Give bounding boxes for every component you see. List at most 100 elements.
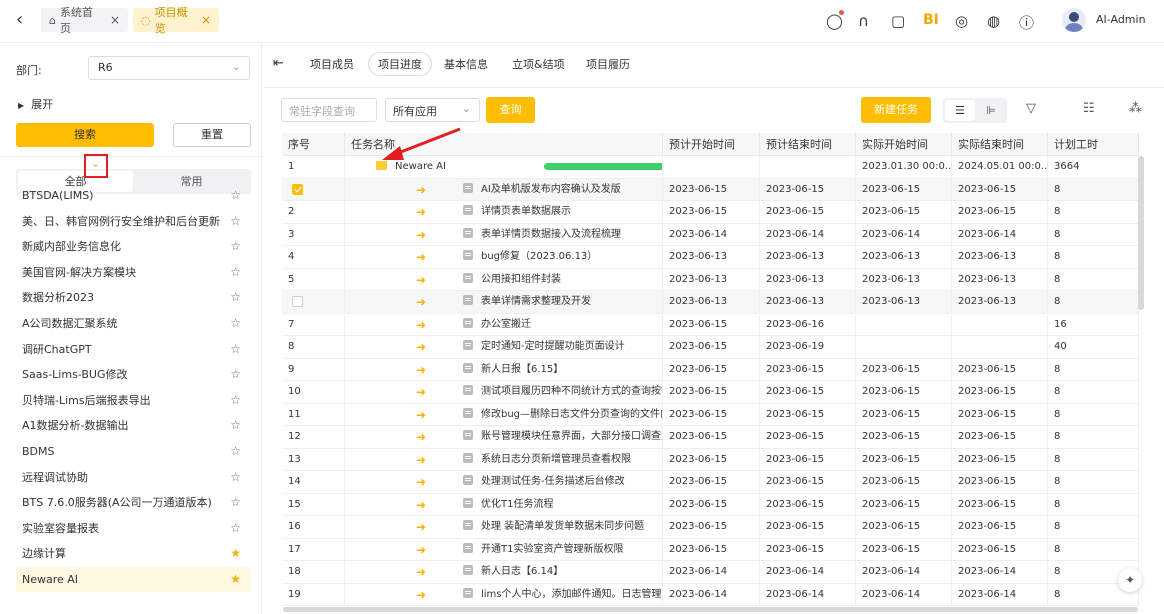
task-name[interactable]: 详情页表单数据展示 [481,206,571,217]
app-select[interactable]: 所有应用 ⌄ [385,98,480,122]
task-name[interactable]: 优化T1任务流程 [481,499,553,510]
star-icon[interactable]: ☆ [230,388,241,413]
table-row[interactable]: ➜ AI及单机版发布内容确认及发版 2023-06-15 2023-06-15 2023… [282,178,1139,201]
task-name[interactable]: 表单详情页数据接入及流程梳理 [481,229,621,240]
expand-toggle[interactable]: ▶ 展开 [18,96,53,112]
star-icon[interactable]: ☆ [230,337,241,362]
table-row[interactable]: 2 ➜ 详情页表单数据展示 2023-06-15 2023-06-15 2023-06-1… [282,201,1139,224]
tab-members[interactable]: 项目成员 [310,56,354,72]
reset-button[interactable]: 重置 [173,123,251,147]
help-icon[interactable]: ⓘ [1019,12,1034,33]
user-name[interactable]: AI-Admin [1096,13,1146,26]
sidebar-project-item[interactable]: 美国官网-解决方案模块 ☆ [16,260,251,285]
star-icon[interactable]: ☆ [230,439,241,464]
table-row[interactable]: 4 ➜ bug修复（2023.06.13） 2023-06-13 2023-06-13 2… [282,246,1139,269]
search-button[interactable]: 搜索 [16,123,154,147]
more-settings-icon[interactable]: ⁂ [1129,101,1142,116]
back-arrow-icon[interactable]: ‹ [16,9,23,30]
field-query-input[interactable]: 常驻字段查询 [281,98,377,122]
task-name[interactable]: 公用接扣组件封装 [481,274,561,285]
horizontal-scrollbar[interactable] [283,607,1138,612]
sidebar-project-item[interactable]: A公司数据汇聚系统 ☆ [16,311,251,336]
close-icon[interactable]: × [201,13,211,27]
table-row[interactable]: 7 ➜ 办公室搬迁 2023-06-15 2023-06-16 16 [282,313,1139,336]
headset-icon[interactable]: ∩ [858,12,869,30]
star-icon[interactable]: ★ [230,567,241,592]
task-name[interactable]: 定时通知-定时提醒功能页面设计 [481,341,625,352]
globe-icon[interactable]: ◎ [955,12,968,30]
tab-basic-info[interactable]: 基本信息 [444,56,488,72]
sidebar-project-item[interactable]: 美、日、韩官网例行安全维护和后台更新 ☆ [16,209,251,234]
star-icon[interactable]: ☆ [230,234,241,259]
task-name[interactable]: 新人日报【6.15】 [481,364,563,375]
project-row[interactable]: 1Neware AI99% 2023.01.30 00:0...2024.05.0… [282,156,1139,179]
row-checkbox[interactable] [292,183,303,195]
task-name[interactable]: lims个人中心，添加邮件通知。日志管理优化在线查看 [481,589,662,600]
star-icon[interactable]: ★ [230,541,241,566]
task-name[interactable]: 处理 装配清单发货单数据未同步问题 [481,521,644,532]
tab-progress[interactable]: 项目进度 [368,52,432,76]
star-icon[interactable]: ☆ [230,362,241,387]
sidebar-project-item[interactable]: 调研ChatGPT ☆ [16,337,251,362]
table-row[interactable]: 16 ➜ 处理 装配清单发货单数据未同步问题 2023-06-15 2023-06-15… [282,516,1139,539]
row-checkbox[interactable] [292,296,303,307]
bi-link[interactable]: BI [923,12,939,28]
palette-icon[interactable]: ◍ [987,12,1000,30]
table-row[interactable]: 17 ➜ 开通T1实验室资产管理新版权限 2023-06-15 2023-06-15 20… [282,538,1139,561]
table-row[interactable]: 10➜测试项目履历四种不同统计方式的查询按钮，回归已...2023-06-152… [282,381,1139,404]
task-name[interactable]: 新人日志【6.14】 [481,566,563,577]
star-icon[interactable]: ☆ [230,311,241,336]
table-row[interactable]: 18 ➜ 新人日志【6.14】 2023-06-14 2023-06-14 2023-06… [282,561,1139,584]
sidebar-project-item[interactable]: BTSDA(LIMS) ☆ [16,183,251,208]
sidebar-project-item[interactable]: 数据分析2023 ☆ [16,285,251,310]
task-name[interactable]: 开通T1实验室资产管理新版权限 [481,544,623,555]
star-icon[interactable]: ☆ [230,490,241,515]
sidebar-project-item[interactable]: 贝特瑞-Lims后端报表导出 ☆ [16,388,251,413]
table-row[interactable]: ➜ 表单详情需求整理及开发 2023-06-13 2023-06-13 2023-06-… [282,291,1139,314]
chevron-down-icon[interactable]: ⌄ [91,157,100,170]
close-icon[interactable]: × [110,13,120,27]
bag-icon[interactable]: ▢ [891,12,905,30]
table-row[interactable]: 5 ➜ 公用接扣组件封装 2023-06-13 2023-06-13 2023-06-13… [282,268,1139,291]
gantt-view-icon[interactable]: ⊫ [977,100,1005,121]
avatar[interactable] [1062,8,1086,32]
task-name[interactable]: bug修复（2023.06.13） [481,251,597,262]
table-row[interactable]: 3 ➜ 表单详情页数据接入及流程梳理 2023-06-14 2023-06-14 2023… [282,223,1139,246]
sidebar-project-item[interactable]: Neware AI ★ [16,567,251,592]
sidebar-project-item[interactable]: 边缘计算 ★ [16,541,251,566]
table-row[interactable]: 15 ➜ 优化T1任务流程 2023-06-15 2023-06-15 2023-06-1… [282,493,1139,516]
task-name[interactable]: AI及单机版发布内容确认及发版 [481,184,621,195]
star-icon[interactable]: ☆ [230,413,241,438]
task-name[interactable]: 账号管理模块任意界面，大部分接口调查复，且第一... [481,431,662,442]
star-icon[interactable]: ☆ [230,465,241,490]
filter-icon[interactable]: ▽ [1026,101,1036,116]
tab-home[interactable]: ⌂ 系统首页 × [41,6,128,35]
tab-history[interactable]: 项目履历 [586,56,630,72]
star-icon[interactable]: ☆ [230,260,241,285]
collapse-sidebar-icon[interactable]: ⇤ [273,56,284,71]
table-row[interactable]: 13 ➜ 系统日志分页新增管理员查看权限 2023-06-15 2023-06-15 20… [282,448,1139,471]
column-settings-icon[interactable]: ☷ [1083,101,1095,116]
sidebar-project-item[interactable]: 实验室容量报表 ☆ [16,516,251,541]
dept-select[interactable]: R6 ⌄ [88,56,250,80]
sidebar-project-item[interactable]: Saas-Lims-BUG修改 ☆ [16,362,251,387]
vertical-scrollbar[interactable] [1138,156,1144,310]
sidebar-project-item[interactable]: A1数据分析-数据输出 ☆ [16,413,251,438]
list-view-icon[interactable]: ☰ [945,100,975,121]
tab-project-overview[interactable]: ◌ 项目概览 × [133,6,219,35]
star-icon[interactable]: ☆ [230,183,241,208]
star-icon[interactable]: ☆ [230,516,241,541]
tab-setup-closure[interactable]: 立项&结项 [512,56,565,72]
sidebar-project-item[interactable]: 新威内部业务信息化 ☆ [16,234,251,259]
star-icon[interactable]: ☆ [230,209,241,234]
query-button[interactable]: 查询 [486,97,535,123]
table-row[interactable]: 11➜修改bug—删除日志文件分页查询的文件内容，返回...2023-06-15… [282,403,1139,426]
table-row[interactable]: 14 ➜ 处理测试任务-任务描述后台修改 2023-06-15 2023-06-15 20… [282,471,1139,494]
task-name[interactable]: 办公室搬迁 [481,319,531,330]
sidebar-project-item[interactable]: BDMS ☆ [16,439,251,464]
table-row[interactable]: 9 ➜ 新人日报【6.15】 2023-06-15 2023-06-15 2023-06-… [282,358,1139,381]
task-name[interactable]: 系统日志分页新增管理员查看权限 [481,454,631,465]
task-name[interactable]: 处理测试任务-任务描述后台修改 [481,476,625,487]
table-row[interactable]: 19➜lims个人中心，添加邮件通知。日志管理优化在线查看2023-06-142… [282,583,1139,606]
magic-assist-icon[interactable]: ✦ [1118,568,1142,592]
